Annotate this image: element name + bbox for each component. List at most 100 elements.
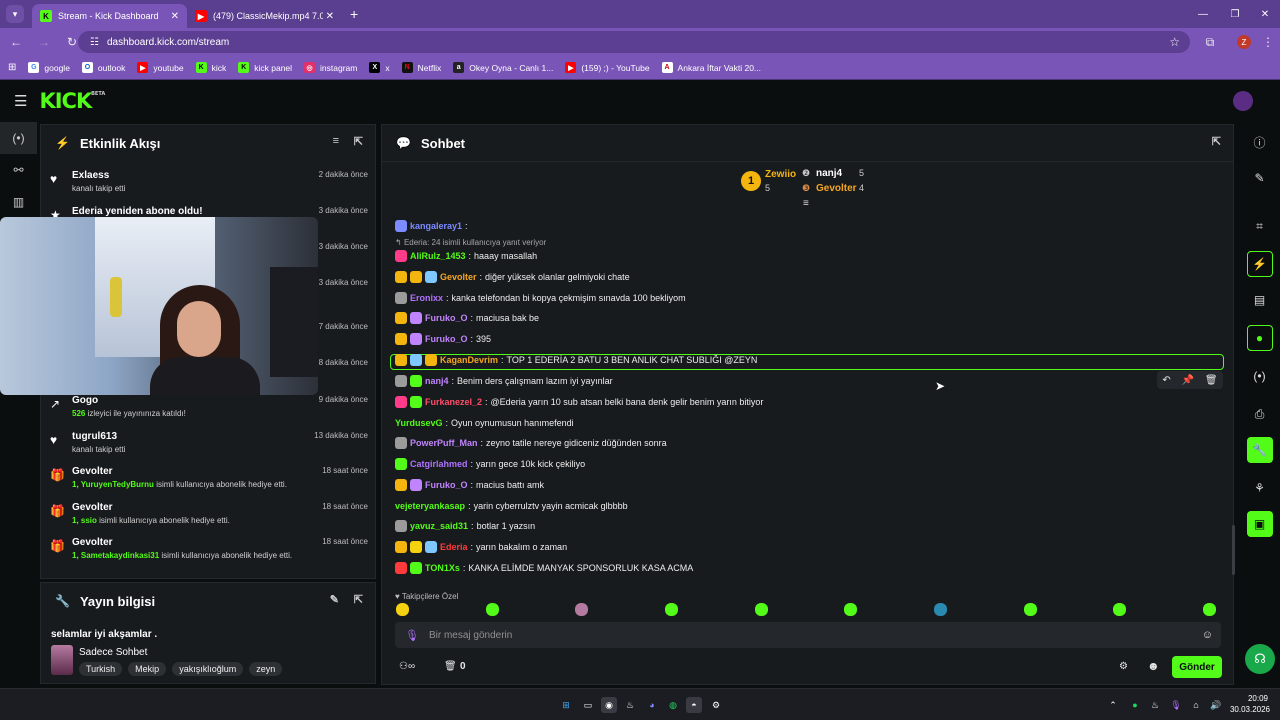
close-window-icon[interactable]: ✕ xyxy=(1248,0,1280,28)
hamburger-menu-icon[interactable]: ☰ xyxy=(14,92,27,110)
bookmark-kick-panel[interactable]: Kkick panel xyxy=(238,62,292,73)
chat-message[interactable]: Furuko_O:395 xyxy=(395,331,491,347)
activity-toggle[interactable]: ⚡ xyxy=(1239,248,1280,280)
chat-username[interactable]: Gevolter xyxy=(440,272,477,282)
trash-can-icon[interactable]: 🗑 xyxy=(444,661,457,672)
chat-username[interactable]: Ederia xyxy=(440,542,468,552)
minimize-icon[interactable]: — xyxy=(1186,0,1220,28)
popout-icon[interactable]: ⇱ xyxy=(354,135,363,148)
bookmark-kick[interactable]: Kkick xyxy=(195,62,226,73)
chat-username[interactable]: Furuko_O xyxy=(425,480,468,490)
info-icon[interactable]: ⓘ xyxy=(1239,126,1280,158)
browser-tab[interactable]: ▶ (479) ClassicMekip.mp4 7.0 kısa ✕ xyxy=(187,4,342,28)
close-tab-icon[interactable]: ✕ xyxy=(326,11,334,22)
link-icon[interactable]: ⚯ xyxy=(0,154,37,186)
discord-icon[interactable]: ◕ xyxy=(644,697,660,713)
browser-tab-active[interactable]: K Stream - Kick Dashboard ✕ xyxy=(32,4,187,28)
edit-pencil-icon[interactable]: ✎ xyxy=(1239,162,1280,194)
bookmark-star-icon[interactable]: ☆ xyxy=(1169,35,1180,49)
bookmark-google[interactable]: Ggoogle xyxy=(28,62,70,73)
chat-message[interactable]: KaganDevrim: TOP 1 EDERİA 2 BATU 3 BEN AN… xyxy=(395,352,757,368)
emote-icon[interactable] xyxy=(575,603,589,616)
profile-avatar[interactable]: Z xyxy=(1232,30,1256,54)
microphone-icon[interactable]: 🎙 xyxy=(405,629,419,642)
chat-username[interactable]: YurdusevG xyxy=(395,418,443,428)
emote-icon[interactable] xyxy=(1113,603,1127,616)
print-icon[interactable]: ⎙ xyxy=(1239,398,1280,430)
menu-kebab-icon[interactable]: ⋮ xyxy=(1256,30,1280,54)
chat-username[interactable]: AliRulz_1453 xyxy=(410,251,466,261)
chat-message[interactable]: Furkanezel_2: @Ederia yarın 10 sub atsan … xyxy=(395,394,763,410)
bookmark-x[interactable]: Xx xyxy=(369,62,390,73)
chat-message[interactable]: Gevolter: diğer yüksek olanlar gelmiyoki … xyxy=(395,269,630,285)
loop-icon[interactable]: ⚇∞ xyxy=(399,661,415,672)
chat-username[interactable]: kangaleray1 xyxy=(410,221,462,231)
tray-mic-icon[interactable]: 🎙 xyxy=(1168,697,1184,713)
spotify-icon[interactable]: ◍ xyxy=(665,697,681,713)
close-tab-icon[interactable]: ✕ xyxy=(171,11,179,22)
app-icon[interactable]: ⚙ xyxy=(708,697,724,713)
taskview-icon[interactable]: ▭ xyxy=(580,697,596,713)
chat-message[interactable]: Furuko_O: macius battı amk xyxy=(395,477,544,493)
reply-icon[interactable]: ↶ xyxy=(1162,375,1170,386)
capture-icon[interactable]: ⌗ xyxy=(1239,210,1280,242)
tools-toggle[interactable]: 🔧 xyxy=(1239,434,1280,466)
send-button[interactable]: Gönder xyxy=(1172,656,1222,678)
chat-message[interactable]: YurdusevG: Oyun oynumusun hanımefendi xyxy=(395,415,574,431)
obs-icon[interactable]: ◓ xyxy=(686,697,702,713)
chat-username[interactable]: yavuz_said31 xyxy=(410,521,468,531)
emote-icon[interactable] xyxy=(485,603,499,616)
chat-mode-icon[interactable]: ☻ xyxy=(1147,659,1160,673)
pin-icon[interactable]: 📌 xyxy=(1182,375,1194,386)
notes-icon[interactable]: ▤ xyxy=(1239,284,1280,316)
chat-message[interactable]: vejeteryankasap: yarin cyberrulztv yayin … xyxy=(395,498,628,514)
chat-username[interactable]: Catgirlahmed xyxy=(410,459,468,469)
address-bar[interactable]: ☷ dashboard.kick.com/stream ☆ xyxy=(78,31,1190,53)
chat-username[interactable]: KaganDevrim xyxy=(440,355,498,365)
app-toggle[interactable]: ▣ xyxy=(1239,508,1280,540)
user-avatar[interactable] xyxy=(1233,91,1253,111)
broadcast-icon[interactable]: (•) xyxy=(1239,360,1280,392)
bookmark-netflix[interactable]: N Netflix xyxy=(401,62,441,73)
chat-message[interactable]: TON1Xs: KANKA ELİMDE MANYAK SPONSORLUK KA… xyxy=(395,560,693,576)
emote-icon[interactable] xyxy=(754,603,768,616)
expand-leaderboard-icon[interactable]: ≡ xyxy=(803,198,809,209)
bookmark-youtube-159[interactable]: ▶ (159) ;) - YouTube xyxy=(565,62,650,73)
bookmark-youtube[interactable]: ▶ youtube xyxy=(137,62,184,73)
bookmark-outlook[interactable]: Ooutlook xyxy=(81,62,125,73)
chat-username[interactable]: Furuko_O xyxy=(425,334,468,344)
bookmark-instagram[interactable]: ◎ instagram xyxy=(304,62,357,73)
popout-icon[interactable]: ⇱ xyxy=(354,593,363,606)
emote-icon[interactable] xyxy=(664,603,678,616)
emote-icon[interactable] xyxy=(396,603,409,616)
support-headset-icon[interactable]: ☊ xyxy=(1245,644,1275,674)
analytics-icon[interactable]: ▥ xyxy=(0,186,37,218)
chrome-icon[interactable]: ◉ xyxy=(601,697,617,713)
start-icon[interactable]: ⊞ xyxy=(558,697,574,713)
chat-toggle[interactable]: ● xyxy=(1239,322,1280,354)
emote-tab[interactable]: ♥ Takipçilere Özel xyxy=(395,592,458,601)
emoji-icon[interactable]: ☺ xyxy=(1202,629,1213,641)
emote-icon[interactable] xyxy=(1202,603,1216,616)
share-icon[interactable]: ⚘ xyxy=(1239,472,1280,504)
filter-icon[interactable]: ≡ xyxy=(333,135,339,147)
chat-message[interactable]: yavuz_said31: botlar 1 yazsın xyxy=(395,518,535,534)
emote-icon[interactable] xyxy=(844,603,858,616)
chat-scrollbar[interactable] xyxy=(1232,525,1235,575)
tray-arrow-icon[interactable]: ⌃ xyxy=(1105,697,1121,713)
site-info-icon[interactable]: ☷ xyxy=(90,37,99,48)
apps-grid-icon[interactable]: ⊞ xyxy=(8,62,16,73)
chat-message[interactable]: nanj4: Benim ders çalışmam lazım iyi yayı… xyxy=(395,373,613,389)
tab-search-icon[interactable]: ▾ xyxy=(6,5,24,23)
bookmark-ankara[interactable]: A Ankara İftar Vakti 20... xyxy=(661,62,761,73)
chat-username[interactable]: nanj4 xyxy=(425,376,449,386)
forward-icon[interactable]: → xyxy=(32,30,56,54)
volume-icon[interactable]: 🔊 xyxy=(1208,697,1224,713)
chat-username[interactable]: TON1Xs xyxy=(425,563,460,573)
chat-message[interactable]: Ederia: yarın bakalım o zaman xyxy=(395,539,567,555)
chat-message[interactable]: Eronixx: kanka telefondan bi kopya çekmiş… xyxy=(395,290,686,306)
tray-steam-icon[interactable]: ♨ xyxy=(1147,697,1163,713)
delete-icon[interactable]: 🗑 xyxy=(1205,375,1218,386)
new-tab-icon[interactable]: + xyxy=(350,6,358,22)
kick-logo[interactable]: KICK BETA xyxy=(39,89,105,113)
